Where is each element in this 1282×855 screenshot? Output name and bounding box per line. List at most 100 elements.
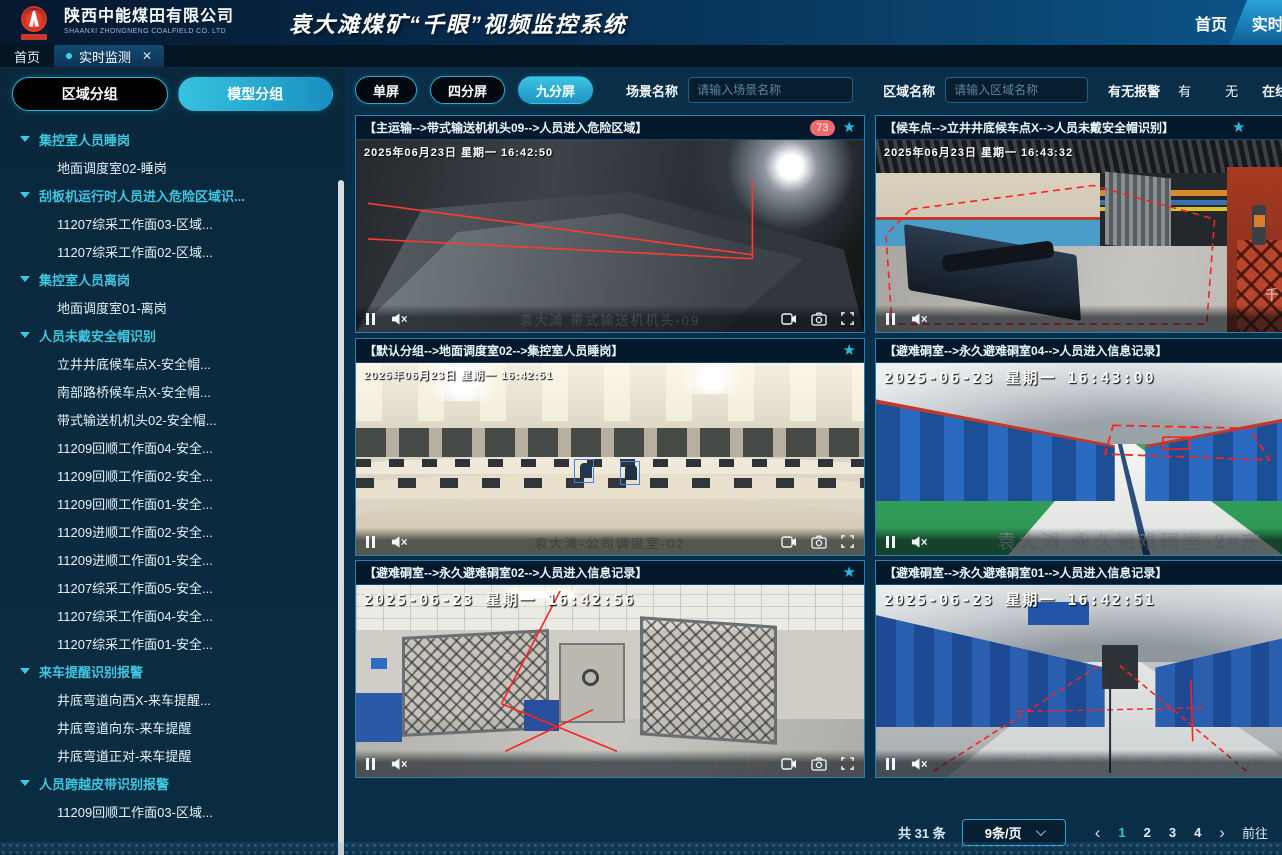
tree-item[interactable]: 地面调度室01-离岗 bbox=[0, 293, 345, 321]
page-4-button[interactable]: 4 bbox=[1194, 825, 1201, 840]
tree-item[interactable]: 井底弯道向西X-来车提醒... bbox=[0, 685, 345, 713]
mute-icon[interactable] bbox=[911, 312, 928, 326]
sidebar-scrollbar[interactable] bbox=[338, 180, 344, 855]
snapshot-camera-icon[interactable] bbox=[811, 757, 827, 771]
tree-item[interactable]: 11207综采工作面02-区域... bbox=[0, 237, 345, 265]
video-cell-conveyor[interactable]: 【主运输-->带式输送机机头09-->人员进入危险区域】 73 ★ 2025年0… bbox=[355, 115, 865, 333]
single-screen-button[interactable]: 单屏 bbox=[355, 76, 417, 104]
nav-active-tab[interactable]: 实时监测 bbox=[1229, 0, 1282, 45]
tree-item[interactable]: 11209回顺工作面01-安全... bbox=[0, 489, 345, 517]
page-3-button[interactable]: 3 bbox=[1169, 825, 1176, 840]
tree-group-crossbelt[interactable]: 人员跨越皮带识别报警 bbox=[0, 769, 345, 797]
tree-item[interactable]: 11207综采工作面03-区域... bbox=[0, 209, 345, 237]
pause-icon[interactable] bbox=[366, 536, 375, 548]
video-title-bar: 【避难硐室-->永久避难硐室01-->人员进入信息记录】 ★ bbox=[876, 561, 1282, 585]
alarm-no-label[interactable]: 无 bbox=[1225, 81, 1238, 100]
tree-item[interactable]: 11207综采工作面04-安全... bbox=[0, 601, 345, 629]
tab-home[interactable]: 首页 bbox=[0, 45, 54, 67]
video-frame[interactable]: 2025年06月23日 星期一 16:42:50 袁大滩 带式输送机机头-09 bbox=[356, 140, 864, 332]
player-controls bbox=[876, 750, 1282, 777]
tree-group-sleep[interactable]: 集控室人员睡岗 bbox=[0, 125, 345, 153]
mute-icon[interactable] bbox=[911, 757, 928, 771]
tree-item[interactable]: 井底弯道正对-来车提醒 bbox=[0, 741, 345, 769]
company-logo-tag bbox=[21, 34, 47, 40]
favorite-star-icon[interactable]: ★ bbox=[1232, 120, 1245, 135]
tree-item[interactable]: 11207综采工作面01-安全... bbox=[0, 629, 345, 657]
pause-icon[interactable] bbox=[886, 758, 895, 770]
page-1-button[interactable]: 1 bbox=[1118, 825, 1125, 840]
mute-icon[interactable] bbox=[391, 312, 408, 326]
prev-page-button[interactable]: ‹ bbox=[1095, 824, 1101, 841]
chevron-down-icon bbox=[1036, 826, 1046, 836]
tab-realtime-label: 实时监测 bbox=[79, 47, 131, 66]
favorite-star-icon[interactable]: ★ bbox=[843, 120, 856, 135]
tree-item[interactable]: 井底弯道向东-来车提醒 bbox=[0, 713, 345, 741]
video-frame[interactable]: 2025-06-23 星期一 16:42:56 袁大滩-永久避难硐室-1#北门 bbox=[356, 585, 864, 777]
fullscreen-icon[interactable] bbox=[841, 757, 854, 770]
next-page-button[interactable]: › bbox=[1219, 824, 1225, 841]
quad-screen-button[interactable]: 四分屏 bbox=[430, 76, 505, 104]
tree-item[interactable]: 11209回顺工作面03-区域... bbox=[0, 797, 345, 825]
fullscreen-icon[interactable] bbox=[841, 535, 854, 548]
snapshot-camera-icon[interactable] bbox=[811, 312, 827, 326]
pause-icon[interactable] bbox=[366, 758, 375, 770]
video-cell-refuge-02[interactable]: 【避难硐室-->永久避难硐室02-->人员进入信息记录】 ★ 2025-06-2… bbox=[355, 560, 865, 778]
close-icon[interactable]: ✕ bbox=[142, 49, 152, 63]
area-name-label: 区域名称 bbox=[883, 81, 935, 100]
mute-icon[interactable] bbox=[391, 757, 408, 771]
tab-area-group[interactable]: 区域分组 bbox=[12, 77, 168, 111]
active-dot-icon bbox=[66, 53, 72, 59]
tree-item[interactable]: 南部路桥候车点X-安全帽... bbox=[0, 377, 345, 405]
video-title: 【避难硐室-->永久避难硐室04-->人员进入信息记录】 bbox=[884, 342, 1167, 359]
record-icon[interactable] bbox=[781, 312, 797, 326]
area-name-input[interactable] bbox=[945, 77, 1088, 103]
tree-group-vehicle[interactable]: 来车提醒识别报警 bbox=[0, 657, 345, 685]
video-title-bar: 【避难硐室-->永久避难硐室04-->人员进入信息记录】 ★ bbox=[876, 339, 1282, 363]
record-icon[interactable] bbox=[781, 535, 797, 549]
video-cell-waiting-point[interactable]: 【候车点-->立井井底候车点X-->人员未戴安全帽识别】 ★ 候 车 20 bbox=[875, 115, 1282, 333]
nine-screen-button[interactable]: 九分屏 bbox=[518, 76, 593, 104]
company-name: 陕西中能煤田有限公司 bbox=[64, 9, 234, 26]
video-frame[interactable]: 2025-06-23 星期一 16:43:00 袁大滩-永久避难硐室-2#东 bbox=[876, 363, 1282, 555]
video-cell-refuge-01[interactable]: 【避难硐室-->永久避难硐室01-->人员进入信息记录】 ★ 2025-06-2… bbox=[875, 560, 1282, 778]
tab-model-group[interactable]: 模型分组 bbox=[178, 77, 334, 111]
video-frame[interactable]: 候 车 2025年06月23日 星期一 16:43:32 千眼立 bbox=[876, 140, 1282, 332]
mute-icon[interactable] bbox=[911, 535, 928, 549]
scene-name-input[interactable] bbox=[688, 77, 853, 103]
snapshot-camera-icon[interactable] bbox=[811, 535, 827, 549]
mute-icon[interactable] bbox=[391, 535, 408, 549]
record-icon[interactable] bbox=[781, 757, 797, 771]
detection-lines bbox=[356, 140, 864, 332]
tree-item[interactable]: 带式输送机机头02-安全帽... bbox=[0, 405, 345, 433]
tab-realtime-monitor[interactable]: 实时监测 ✕ bbox=[54, 45, 164, 67]
alarm-yes-label[interactable]: 有 bbox=[1178, 81, 1191, 100]
video-timestamp: 2025-06-23 星期一 16:42:51 bbox=[884, 589, 1156, 610]
tree-item[interactable]: 11209进顺工作面01-安全... bbox=[0, 545, 345, 573]
fullscreen-icon[interactable] bbox=[841, 312, 854, 325]
tree-item[interactable]: 11209回顺工作面04-安全... bbox=[0, 433, 345, 461]
pause-icon[interactable] bbox=[366, 313, 375, 325]
page-2-button[interactable]: 2 bbox=[1144, 825, 1151, 840]
scene-monitors bbox=[356, 478, 864, 488]
video-cell-refuge-04[interactable]: 【避难硐室-->永久避难硐室04-->人员进入信息记录】 ★ 2025-06-2… bbox=[875, 338, 1282, 556]
favorite-star-icon[interactable]: ★ bbox=[843, 565, 856, 580]
video-frame[interactable]: 2025年06月23日 星期一 16:42:51 袁大滩-公司调度室-02 bbox=[356, 363, 864, 555]
tree-item[interactable]: 地面调度室02-睡岗 bbox=[0, 153, 345, 181]
pause-icon[interactable] bbox=[886, 536, 895, 548]
alarm-count-badge[interactable]: 73 bbox=[810, 120, 834, 136]
video-timestamp: 2025年06月23日 星期一 16:42:50 bbox=[364, 144, 553, 160]
player-right-controls bbox=[781, 757, 854, 771]
tree-item[interactable]: 11209回顺工作面02-安全... bbox=[0, 461, 345, 489]
tree-item[interactable]: 立井井底候车点X-安全帽... bbox=[0, 349, 345, 377]
video-cell-dispatch-room[interactable]: 【默认分组-->地面调度室02-->集控室人员睡岗】 ★ 2025年06月23日… bbox=[355, 338, 865, 556]
video-frame[interactable]: 2025-06-23 星期一 16:42:51 袁大滩-永久避难 硐室-1#小 bbox=[876, 585, 1282, 777]
tab-bar: 首页 实时监测 ✕ bbox=[0, 45, 1282, 68]
nav-home[interactable]: 首页 bbox=[1195, 11, 1227, 35]
tree-group-helmet[interactable]: 人员未戴安全帽识别 bbox=[0, 321, 345, 349]
tree-item[interactable]: 11209进顺工作面02-安全... bbox=[0, 517, 345, 545]
tree-group-scraper[interactable]: 刮板机运行时人员进入危险区域识... bbox=[0, 181, 345, 209]
tree-item[interactable]: 11207综采工作面05-安全... bbox=[0, 573, 345, 601]
favorite-star-icon[interactable]: ★ bbox=[843, 343, 856, 358]
tree-group-leave[interactable]: 集控室人员离岗 bbox=[0, 265, 345, 293]
pause-icon[interactable] bbox=[886, 313, 895, 325]
